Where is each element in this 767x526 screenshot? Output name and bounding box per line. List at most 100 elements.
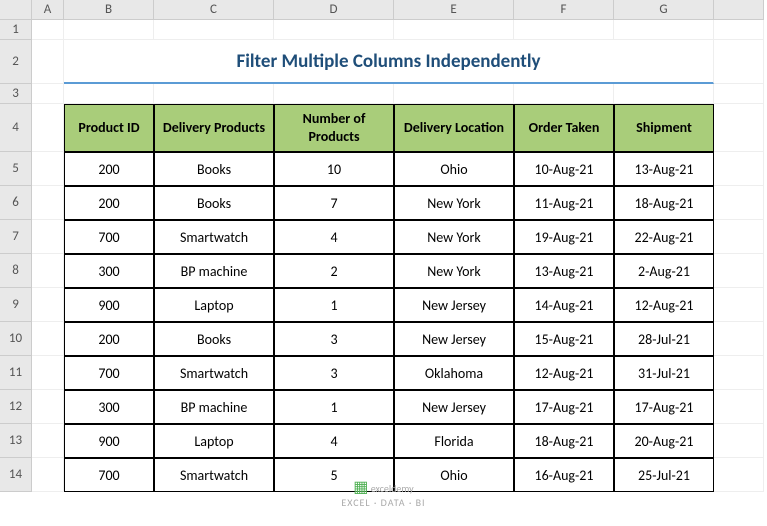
col-header-d[interactable]: D [274,0,394,20]
table-cell[interactable]: 18-Aug-21 [614,186,714,220]
row-header-3[interactable]: 3 [0,84,32,104]
table-cell[interactable]: 1 [274,288,394,322]
col-header-a[interactable]: A [32,0,64,20]
table-cell[interactable]: 10-Aug-21 [514,152,614,186]
table-cell[interactable]: 19-Aug-21 [514,220,614,254]
row-header-8[interactable]: 8 [0,254,32,288]
cell[interactable] [714,186,764,220]
table-cell[interactable]: 12-Aug-21 [514,356,614,390]
cell[interactable] [714,458,764,492]
cell[interactable] [714,152,764,186]
table-cell[interactable]: 4 [274,424,394,458]
table-cell[interactable]: 700 [64,356,154,390]
table-cell[interactable]: 200 [64,186,154,220]
cell[interactable] [714,104,764,152]
row-header-2[interactable]: 2 [0,40,32,84]
table-cell[interactable]: 18-Aug-21 [514,424,614,458]
cell[interactable] [394,20,514,40]
table-cell[interactable]: 700 [64,458,154,492]
cell[interactable] [394,84,514,104]
cell[interactable] [32,458,64,492]
cell[interactable] [32,20,64,40]
col-header-extra[interactable] [714,0,764,20]
cell[interactable] [714,356,764,390]
table-cell[interactable]: Laptop [154,288,274,322]
table-cell[interactable]: 14-Aug-21 [514,288,614,322]
cell[interactable] [714,424,764,458]
table-header-product-id[interactable]: Product ID [64,104,154,152]
cell[interactable] [714,20,764,40]
table-cell[interactable]: Books [154,152,274,186]
table-cell[interactable]: Florida [394,424,514,458]
cell[interactable] [714,84,764,104]
cell[interactable] [32,322,64,356]
cell[interactable] [32,152,64,186]
col-header-b[interactable]: B [64,0,154,20]
table-cell[interactable]: 28-Jul-21 [614,322,714,356]
table-cell[interactable]: New Jersey [394,288,514,322]
cell[interactable] [154,84,274,104]
table-cell[interactable]: BP machine [154,390,274,424]
cell[interactable] [614,20,714,40]
cell[interactable] [32,84,64,104]
page-title[interactable]: Filter Multiple Columns Independently [64,40,714,84]
table-cell[interactable]: New York [394,254,514,288]
row-header-11[interactable]: 11 [0,356,32,390]
cell[interactable] [154,20,274,40]
table-cell[interactable]: 900 [64,288,154,322]
col-header-g[interactable]: G [614,0,714,20]
table-cell[interactable]: New Jersey [394,390,514,424]
table-cell[interactable]: Smartwatch [154,458,274,492]
cell[interactable] [714,390,764,424]
cell[interactable] [64,20,154,40]
cell[interactable] [32,40,64,84]
table-header-delivery-products[interactable]: Delivery Products [154,104,274,152]
cell[interactable] [614,84,714,104]
col-header-e[interactable]: E [394,0,514,20]
cell[interactable] [32,356,64,390]
table-cell[interactable]: 17-Aug-21 [614,390,714,424]
table-cell[interactable]: 17-Aug-21 [514,390,614,424]
row-header-4[interactable]: 4 [0,104,32,152]
table-cell[interactable]: Books [154,186,274,220]
table-cell[interactable]: 13-Aug-21 [514,254,614,288]
row-header-5[interactable]: 5 [0,152,32,186]
table-cell[interactable]: 200 [64,322,154,356]
table-cell[interactable]: 11-Aug-21 [514,186,614,220]
table-cell[interactable]: 13-Aug-21 [614,152,714,186]
row-header-13[interactable]: 13 [0,424,32,458]
table-cell[interactable]: 2-Aug-21 [614,254,714,288]
cell[interactable] [64,84,154,104]
cell[interactable] [274,84,394,104]
table-cell[interactable]: 25-Jul-21 [614,458,714,492]
table-cell[interactable]: 900 [64,424,154,458]
table-cell[interactable]: Laptop [154,424,274,458]
row-header-9[interactable]: 9 [0,288,32,322]
select-all-corner[interactable] [0,0,32,20]
row-header-14[interactable]: 14 [0,458,32,492]
table-header-number-of-products[interactable]: Number of Products [274,104,394,152]
cell[interactable] [274,20,394,40]
table-cell[interactable]: 2 [274,254,394,288]
table-cell[interactable]: 12-Aug-21 [614,288,714,322]
cell[interactable] [714,322,764,356]
cell[interactable] [32,254,64,288]
row-header-7[interactable]: 7 [0,220,32,254]
table-cell[interactable]: 20-Aug-21 [614,424,714,458]
table-cell[interactable]: 3 [274,322,394,356]
table-cell[interactable]: 15-Aug-21 [514,322,614,356]
table-cell[interactable]: 4 [274,220,394,254]
table-header-shipment[interactable]: Shipment [614,104,714,152]
table-cell[interactable]: New York [394,220,514,254]
row-header-12[interactable]: 12 [0,390,32,424]
table-cell[interactable]: Books [154,322,274,356]
cell[interactable] [32,390,64,424]
table-cell[interactable]: 16-Aug-21 [514,458,614,492]
table-cell[interactable]: 3 [274,356,394,390]
table-cell[interactable]: 200 [64,152,154,186]
table-cell[interactable]: Oklahoma [394,356,514,390]
cell[interactable] [32,220,64,254]
table-cell[interactable]: 7 [274,186,394,220]
table-cell[interactable]: BP machine [154,254,274,288]
table-header-delivery-location[interactable]: Delivery Location [394,104,514,152]
